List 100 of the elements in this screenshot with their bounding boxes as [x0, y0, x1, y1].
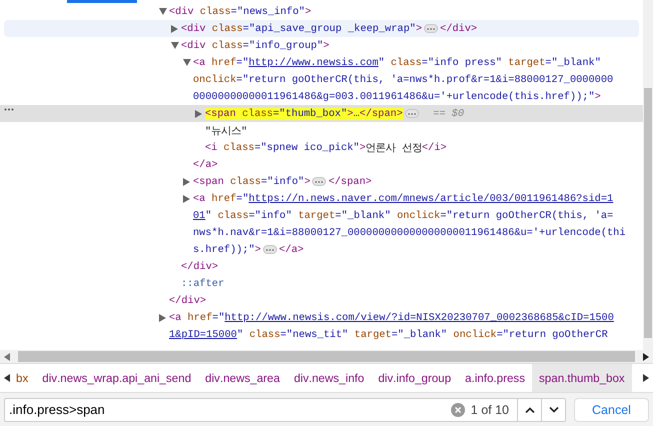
clear-icon[interactable] [450, 402, 465, 416]
text-content: 언론사 선정 [366, 142, 422, 154]
ellipsis-icon[interactable] [424, 24, 438, 33]
tag-name: <a [169, 312, 182, 324]
attribute-value: ="spnew ico_pick" [254, 142, 360, 154]
tag-name: <div [169, 6, 194, 18]
selected-row[interactable]: <span class="thumb_box">…</span> == $0 [0, 105, 643, 122]
dom-row[interactable]: "뉴시스" [0, 122, 643, 139]
tag-name: > [304, 176, 310, 188]
scroll-right-icon[interactable] [643, 352, 649, 360]
expanded-caret-icon[interactable] [171, 42, 179, 49]
breadcrumb[interactable]: a.info.press [458, 364, 532, 392]
tag-name: </div> [169, 294, 206, 306]
attribute-value: =" [236, 56, 249, 68]
tag-name: </div> [181, 260, 218, 272]
attribute-name: href [210, 192, 236, 204]
collapsed-caret-icon[interactable] [183, 194, 190, 202]
tag-name: > [304, 6, 312, 18]
expanded-caret-icon[interactable] [183, 59, 191, 66]
match-count: 1 of 10 [470, 402, 509, 416]
expanded-caret-icon[interactable] [159, 8, 167, 15]
collapsed-caret-icon[interactable] [195, 110, 202, 118]
attribute-name: onclick [452, 328, 497, 340]
tag-name: > [594, 90, 601, 102]
link[interactable]: http://www.newsis.com/view/?id=NISX20230707_0002368685&cID=1500 [224, 312, 614, 324]
attribute-value: ="_blank" [392, 328, 448, 340]
ellipsis-icon[interactable] [404, 109, 419, 118]
link[interactable]: 01 [193, 210, 206, 222]
tag-name: > [416, 22, 422, 34]
attribute-name: target [297, 210, 336, 222]
search-box[interactable]: .info.press>span 1 of 10 [4, 398, 566, 422]
vertical-scrollbar[interactable] [643, 0, 653, 350]
link[interactable]: http://www.newsis.com [248, 56, 378, 68]
tag-name: > [254, 244, 261, 256]
pseudo-element: ::after [181, 278, 224, 290]
attribute-name: target [507, 56, 546, 68]
scroll-left-icon[interactable] [4, 374, 10, 382]
link[interactable]: https://n.news.naver.com/mnews/article/003/0011961486?sid=1 [248, 192, 614, 204]
scroll-right-icon[interactable] [643, 374, 649, 382]
attribute-name: onclick [193, 74, 236, 86]
dom-row[interactable]: ::after [0, 275, 643, 292]
console-reference: == $0 [432, 108, 464, 120]
link[interactable]: 1&pID=15000 [169, 328, 237, 340]
dom-row[interactable]: <span class="info"> </span> [0, 173, 643, 190]
attribute-value: =" [212, 312, 225, 324]
tag-name: <i [205, 142, 218, 154]
text-content: "뉴시스" [205, 124, 248, 138]
tag-name: <a [193, 56, 206, 68]
attribute-name: class [216, 210, 249, 222]
breadcrumb[interactable]: span.thumb_box [532, 364, 632, 392]
dom-row[interactable]: <div class="info_group"> [0, 37, 643, 54]
ellipsis-icon[interactable] [312, 177, 326, 186]
tag-name: > [359, 142, 366, 154]
collapsed-caret-icon[interactable] [183, 178, 190, 186]
attribute-value: ="info" [248, 210, 292, 222]
breadcrumb[interactable]: div.news_info [286, 364, 372, 392]
attribute-value: ="info_group" [242, 40, 324, 52]
tag-name: </a> [278, 244, 304, 256]
attribute-value: ="return goOtherCR(this, 'a=nws*h.prof&r=1&i=88000127_0000000 [236, 74, 614, 86]
attribute-value: " [205, 210, 212, 222]
breadcrumb[interactable]: div.news_area [198, 364, 287, 392]
chevron-down-icon [548, 406, 558, 412]
attribute-value: ="api_save_group _keep_wrap" [242, 22, 416, 34]
attribute-name: class [222, 142, 254, 154]
tag-name: <div [181, 40, 206, 52]
attribute-name: target [353, 328, 392, 340]
attribute-value: " [236, 328, 244, 340]
collapsed-caret-icon[interactable] [171, 24, 178, 32]
tag-name: </span> [328, 176, 372, 188]
attribute-name: class [229, 176, 261, 188]
next-match-button[interactable] [541, 398, 565, 420]
tag-name: <div [181, 22, 206, 34]
attribute-value: ="return goOtherCR(this, 'a= [440, 210, 614, 222]
tag-name: </i> [422, 142, 447, 154]
breadcrumb[interactable]: div.news_wrap.api_ani_send [35, 364, 198, 392]
search-match-highlight: <span class="thumb_box">…</span> [205, 108, 403, 120]
attribute-value: 00000000000011961486&g=003.0011961486&u='+urlencode(this.href));" [193, 90, 595, 102]
dom-row[interactable]: <i class="spnew ico_pick">언론사 선정</i> [0, 139, 643, 156]
ellipsis-icon[interactable] [262, 245, 277, 254]
attribute-value: ="news_tit" [280, 328, 348, 340]
attribute-name: class [248, 328, 280, 340]
attribute-value: nws*h.nav&r=1&i=88000127_000000000000000000011961486&u='+urlencode(thi [193, 226, 626, 238]
more-icon[interactable] [4, 108, 14, 111]
cancel-button[interactable]: Cancel [574, 398, 649, 422]
dom-row[interactable]: <div class="news_info"> [0, 3, 643, 20]
chevron-up-icon [524, 406, 534, 412]
breadcrumb[interactable]: div.info_group [371, 364, 458, 392]
dom-row[interactable]: <a href="http://www.newsis.com/view/?id=NISX20230707_0002368685&cID=1500 1&pID=15000" class="news_tit" target="_blank" onclick="return goOtherCR [0, 309, 643, 343]
breadcrumb[interactable]: bx [14, 364, 36, 392]
attribute-value: ="_blank" [335, 210, 391, 222]
attribute-value: ="news_info" [230, 6, 305, 18]
tag-name: <a [193, 192, 206, 204]
hovered-row[interactable]: <div class="api_save_group _keep_wrap"> </div> [4, 20, 639, 37]
search-field[interactable]: .info.press>span [9, 402, 451, 417]
horizontal-scrollbar[interactable] [0, 350, 653, 364]
attribute-name: class [210, 40, 243, 52]
attribute-value: s.href));" [193, 244, 255, 256]
collapsed-caret-icon[interactable] [159, 314, 166, 322]
tag-name: </div> [440, 22, 478, 34]
tag-name: </a> [193, 158, 218, 170]
